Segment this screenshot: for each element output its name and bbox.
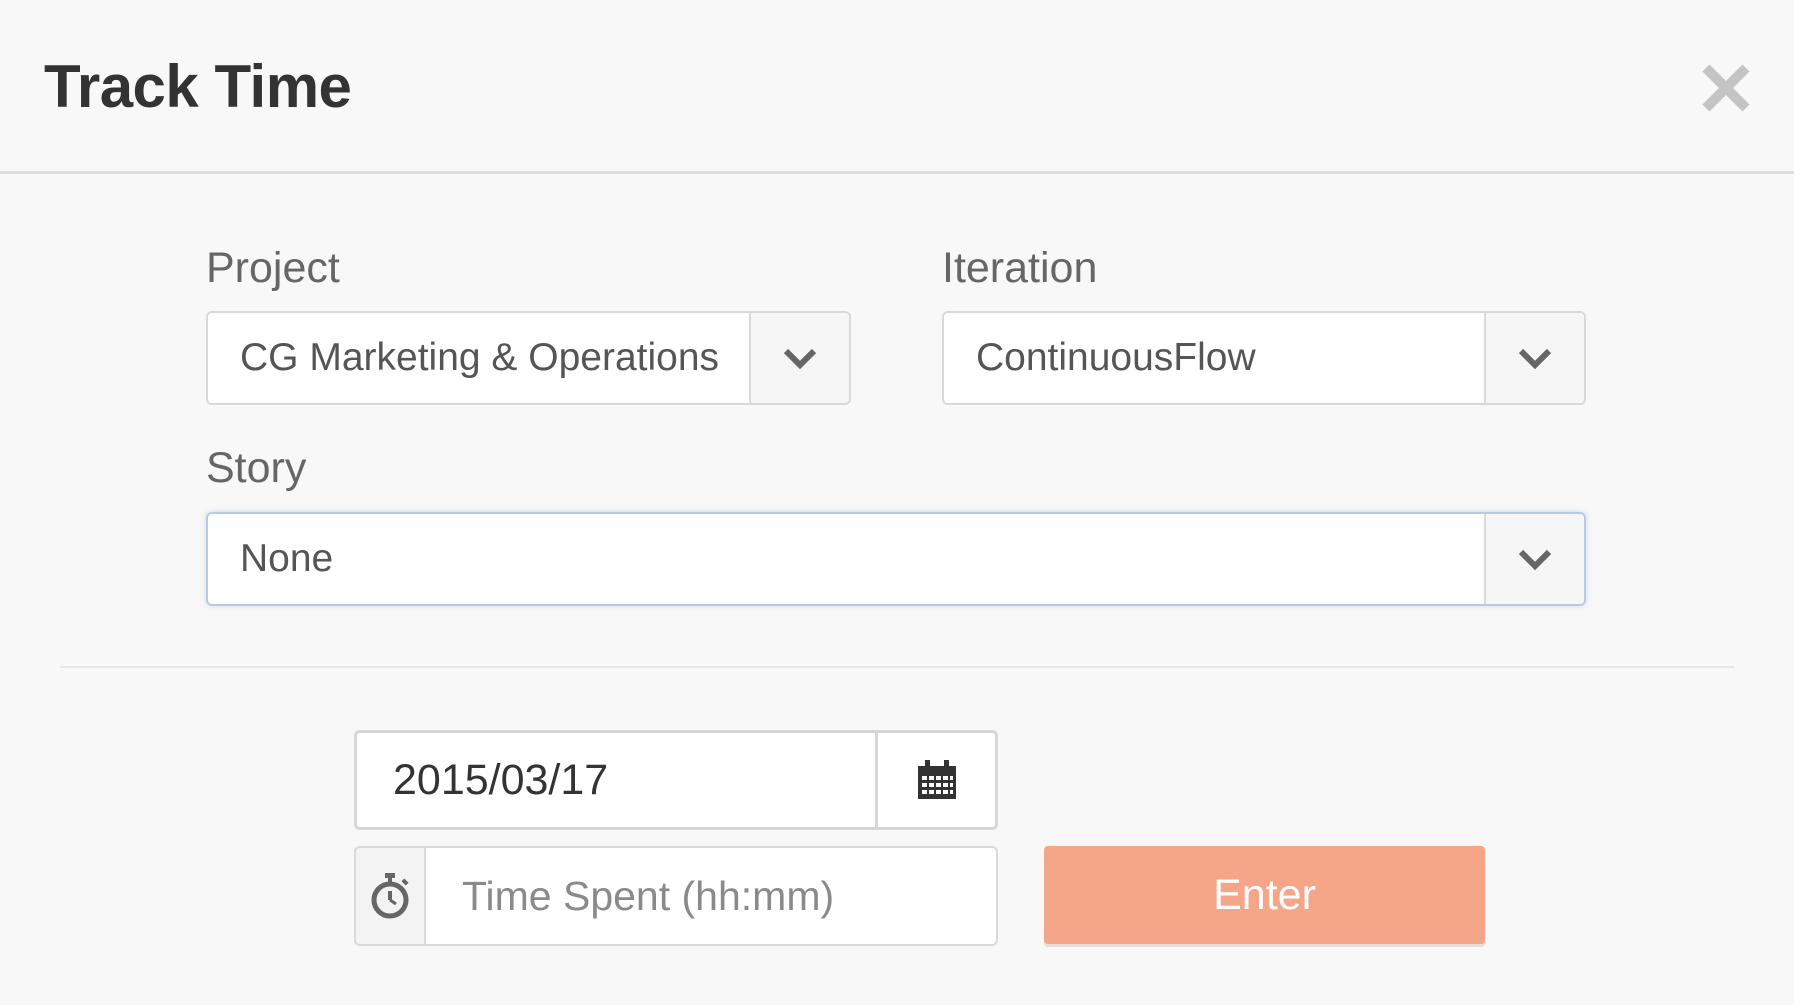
chevron-down-icon bbox=[783, 348, 817, 370]
enter-button[interactable]: Enter bbox=[1044, 846, 1485, 944]
chevron-down-icon bbox=[1518, 549, 1552, 571]
project-select[interactable]: CG Marketing & Operations bbox=[206, 311, 851, 405]
project-select-toggle[interactable] bbox=[749, 313, 849, 403]
date-input[interactable] bbox=[354, 730, 878, 830]
story-select[interactable]: None bbox=[206, 512, 1586, 606]
calendar-icon bbox=[917, 760, 956, 799]
date-picker bbox=[354, 730, 998, 830]
dialog-title: Track Time bbox=[44, 53, 352, 120]
iteration-select[interactable]: ContinuousFlow bbox=[942, 311, 1586, 405]
dialog-header: Track Time bbox=[0, 0, 1794, 174]
project-label: Project bbox=[206, 244, 340, 292]
time-spent-group bbox=[354, 846, 998, 946]
iteration-select-toggle[interactable] bbox=[1484, 313, 1584, 403]
timer-addon bbox=[354, 846, 426, 946]
track-time-dialog: Track Time Project CG Marketing & Operat… bbox=[0, 0, 1794, 1005]
iteration-label: Iteration bbox=[942, 244, 1098, 292]
project-select-value: CG Marketing & Operations bbox=[240, 336, 720, 379]
section-divider bbox=[60, 666, 1734, 668]
close-button[interactable] bbox=[1698, 60, 1754, 116]
story-label: Story bbox=[206, 444, 307, 492]
story-select-toggle[interactable] bbox=[1484, 514, 1584, 604]
story-select-value: None bbox=[240, 537, 334, 580]
close-icon bbox=[1702, 64, 1750, 112]
calendar-button[interactable] bbox=[878, 730, 998, 830]
iteration-select-value: ContinuousFlow bbox=[976, 336, 1256, 379]
chevron-down-icon bbox=[1518, 348, 1552, 370]
stopwatch-icon bbox=[371, 873, 409, 919]
time-spent-input[interactable] bbox=[426, 846, 998, 946]
